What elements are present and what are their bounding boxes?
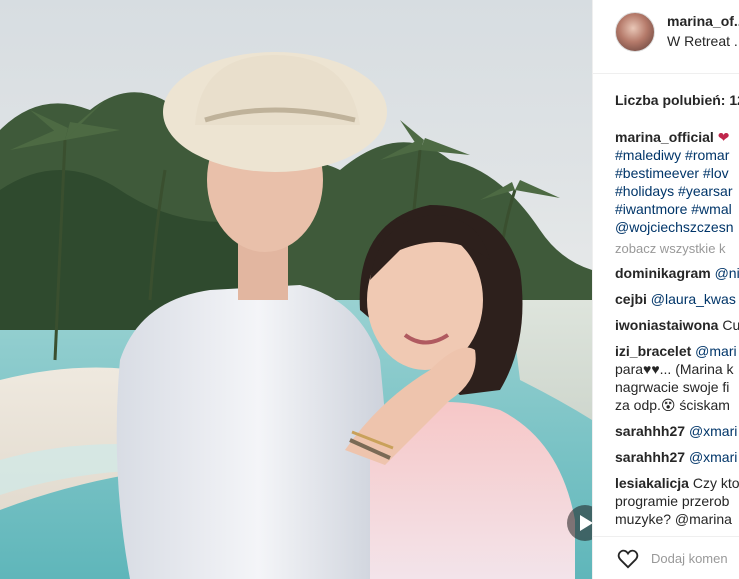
comment-text: para♥♥... (Marina k <box>615 361 734 377</box>
comment-item: sarahhh27 @xmari <box>615 448 739 466</box>
likes-count[interactable]: Liczba polubień: 12 <box>615 92 739 108</box>
comment-author[interactable]: iwoniastaiwona <box>615 317 718 333</box>
comment-author[interactable]: izi_bracelet <box>615 343 691 359</box>
heart-emoji-icon: ❤ <box>717 129 730 145</box>
comment-item: izi_bracelet @mari para♥♥... (Marina k n… <box>615 342 739 414</box>
comment-item: sarahhh27 @xmari <box>615 422 739 440</box>
comment-text: @ni <box>714 265 739 281</box>
comment-author[interactable]: dominikagram <box>615 265 711 281</box>
post-side-panel: marina_of... W Retreat ... Liczba polubi… <box>592 0 739 579</box>
heart-outline-icon[interactable] <box>617 549 639 569</box>
post-media-video[interactable] <box>0 0 592 579</box>
caption-line[interactable]: #holidays #yearsar <box>615 182 739 200</box>
comment-text: muzyke? @marina <box>615 511 732 527</box>
comment-text: @xmari <box>688 423 738 439</box>
comment-text: @laura_kwas <box>650 291 736 307</box>
caption-line[interactable]: #bestimeever #lov <box>615 164 739 182</box>
comment-text: za odp.😵 ściskam <box>615 397 730 413</box>
comment-item: iwoniastaiwona Cu <box>615 316 739 334</box>
comment-text: Czy kto <box>692 475 739 491</box>
comment-author[interactable]: sarahhh27 <box>615 449 685 465</box>
comments-list: marina_official ❤ #malediwy #romar #best… <box>615 128 739 536</box>
photo-couple-beach <box>0 52 592 579</box>
view-all-comments-link[interactable]: zobacz wszystkie k <box>615 240 739 258</box>
post-footer: Dodaj komen <box>593 536 739 579</box>
comment-author[interactable]: lesiakalicja <box>615 475 689 491</box>
caption-author[interactable]: marina_official <box>615 129 714 145</box>
caption-line[interactable]: #iwantmore #wmal <box>615 200 739 218</box>
comment-item: lesiakalicja Czy kto programie przerob m… <box>615 474 739 528</box>
caption-header: marina_official ❤ <box>615 128 739 146</box>
comment-item: dominikagram @ni <box>615 264 739 282</box>
caption-line[interactable]: #malediwy #romar <box>615 146 739 164</box>
comment-text: @xmari <box>688 449 738 465</box>
comment-text: nagrwacie swoje fi <box>615 379 730 395</box>
add-comment-input[interactable]: Dodaj komen <box>651 551 728 566</box>
comment-item: cejbi @laura_kwas <box>615 290 739 308</box>
post-username[interactable]: marina_of... <box>667 13 739 29</box>
comment-text: Cu <box>722 317 739 333</box>
post-header: marina_of... W Retreat ... <box>593 0 739 74</box>
caption-line[interactable]: @wojciechszczesn <box>615 218 739 236</box>
post-location[interactable]: W Retreat ... <box>667 33 739 49</box>
comment-author[interactable]: sarahhh27 <box>615 423 685 439</box>
comment-text: programie przerob <box>615 493 730 509</box>
comment-author[interactable]: cejbi <box>615 291 647 307</box>
comment-text: @mari <box>695 343 737 359</box>
avatar[interactable] <box>615 12 655 52</box>
